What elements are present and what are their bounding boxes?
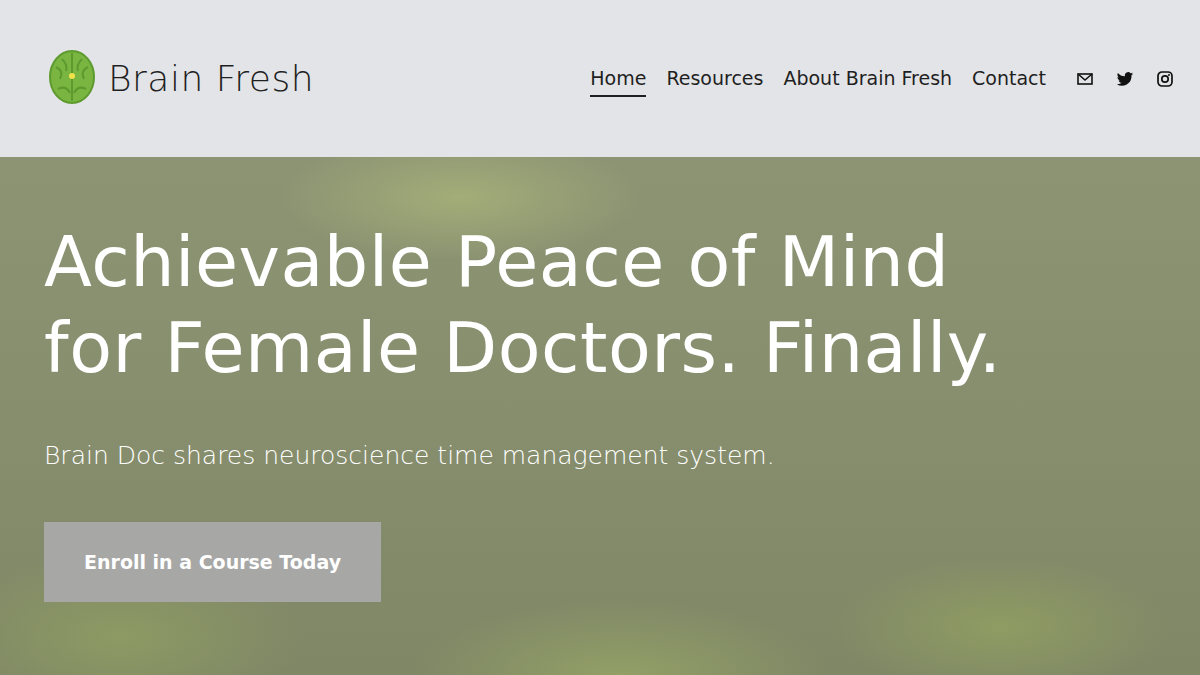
hero-headline: Achievable Peace of Mindfor Female Docto…: [44, 219, 1160, 391]
main-nav: Home Resources About Brain Fresh Contact: [590, 61, 1046, 97]
nav-item[interactable]: Home: [590, 61, 646, 97]
instagram-icon[interactable]: [1156, 70, 1174, 88]
headline-line: Achievable Peace of Mind: [44, 219, 1160, 305]
nav-item[interactable]: About Brain Fresh: [783, 61, 952, 97]
hero-section: Achievable Peace of Mindfor Female Docto…: [0, 157, 1200, 675]
brain-logo-icon[interactable]: [48, 49, 96, 109]
headline-line: for Female Doctors. Finally.: [44, 305, 1160, 391]
site-header: Brain Fresh Home Resources About Brain Fres…: [0, 0, 1200, 157]
nav-item[interactable]: Contact: [972, 61, 1046, 97]
nav-item[interactable]: Resources: [666, 61, 763, 97]
brand[interactable]: Brain Fresh: [48, 49, 314, 109]
enroll-button[interactable]: Enroll in a Course Today: [44, 522, 381, 602]
social-links: [1076, 70, 1174, 88]
hero-subtitle: Brain Doc shares neuroscience time manag…: [44, 441, 1160, 470]
brand-name[interactable]: Brain Fresh: [108, 58, 314, 99]
header-right: Home Resources About Brain Fresh Contact: [590, 61, 1174, 97]
mail-icon[interactable]: [1076, 70, 1094, 88]
twitter-icon[interactable]: [1116, 70, 1134, 88]
